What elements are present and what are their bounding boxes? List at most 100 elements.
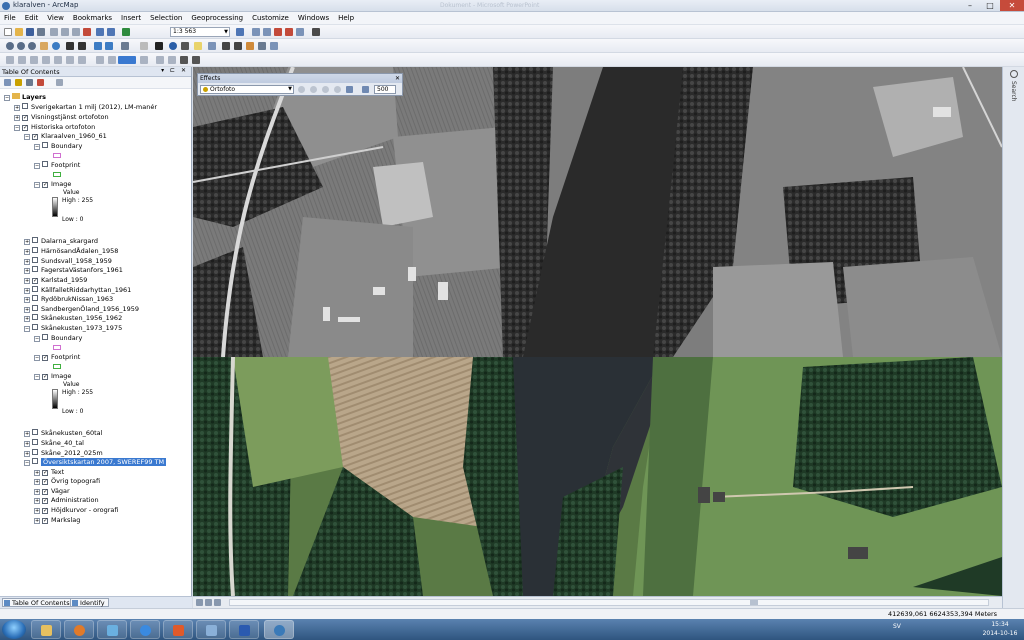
layer-checkbox[interactable] xyxy=(32,257,38,263)
expand-icon[interactable]: + xyxy=(14,105,20,111)
fixed-zoom-in-icon[interactable] xyxy=(66,42,74,50)
tree-item[interactable]: −Image xyxy=(34,179,71,189)
cut-icon[interactable] xyxy=(50,28,58,36)
pan-icon[interactable] xyxy=(40,42,48,50)
tree-item[interactable]: +Administration xyxy=(34,495,99,505)
menu-windows[interactable]: Windows xyxy=(298,14,329,22)
identify-icon[interactable] xyxy=(169,42,177,50)
layer-checkbox[interactable] xyxy=(42,334,48,340)
flicker-rate-icon[interactable] xyxy=(362,86,369,93)
editor-icon[interactable] xyxy=(236,28,244,36)
menu-bookmarks[interactable]: Bookmarks xyxy=(73,14,112,22)
effects-layer-select[interactable]: Ortofoto ▼ xyxy=(200,85,294,94)
tree-item[interactable]: + HärnösandÅdalen_1958 xyxy=(24,246,118,256)
menu-help[interactable]: Help xyxy=(338,14,354,22)
expand-icon[interactable]: + xyxy=(34,479,40,485)
forward-icon[interactable] xyxy=(105,42,113,50)
new-icon[interactable] xyxy=(4,28,12,36)
scale-input[interactable]: 1:3 563 ▼ xyxy=(170,27,230,37)
flicker-icon[interactable] xyxy=(346,86,353,93)
tree-item[interactable]: −Klaraalven_1960_61 xyxy=(24,131,107,141)
list-by-selection-icon[interactable] xyxy=(37,79,44,86)
expand-icon[interactable]: + xyxy=(34,508,40,514)
list-by-visibility-icon[interactable] xyxy=(26,79,33,86)
zoom-out-icon[interactable] xyxy=(17,42,25,50)
layer-checkbox[interactable] xyxy=(42,182,48,188)
menu-file[interactable]: File xyxy=(4,14,16,22)
tree-item-selected[interactable]: − Översiktskartan 2007, SWEREF99 TM xyxy=(24,457,167,467)
model-builder-icon[interactable] xyxy=(296,28,304,36)
menu-selection[interactable]: Selection xyxy=(150,14,182,22)
tab-table-of-contents[interactable]: Table Of Contents xyxy=(2,598,74,607)
tree-item[interactable]: + RydöbrukNissan_1963 xyxy=(24,294,113,304)
html-popup-icon[interactable] xyxy=(194,42,202,50)
print-icon[interactable] xyxy=(37,28,45,36)
collapse-icon[interactable]: − xyxy=(34,355,40,361)
clear-selection-icon[interactable] xyxy=(140,42,148,50)
collapse-icon[interactable]: − xyxy=(34,163,40,169)
expand-icon[interactable]: + xyxy=(14,115,20,121)
scrollbar-thumb[interactable] xyxy=(750,600,758,605)
tree-item[interactable]: + Skåne_40_tal xyxy=(24,438,84,448)
layer-checkbox[interactable] xyxy=(32,237,38,243)
transparency-icon[interactable] xyxy=(322,86,329,93)
tree-item[interactable]: − Boundary xyxy=(34,141,82,151)
expand-icon[interactable]: + xyxy=(24,297,30,303)
data-view-icon[interactable] xyxy=(196,599,203,606)
menu-customize[interactable]: Customize xyxy=(252,14,289,22)
copy-icon[interactable] xyxy=(61,28,69,36)
python-icon[interactable] xyxy=(285,28,293,36)
expand-icon[interactable]: + xyxy=(34,498,40,504)
search-icon[interactable] xyxy=(1010,70,1018,78)
layer-checkbox[interactable] xyxy=(42,508,48,514)
back-icon[interactable] xyxy=(94,42,102,50)
layer-checkbox[interactable] xyxy=(42,374,48,380)
taskbar-arcmap[interactable] xyxy=(264,620,294,639)
layer-checkbox[interactable] xyxy=(32,314,38,320)
expand-icon[interactable]: + xyxy=(24,268,30,274)
toolbox-icon[interactable] xyxy=(274,28,282,36)
brightness-icon[interactable] xyxy=(310,86,317,93)
time-slider-icon[interactable] xyxy=(258,42,266,50)
topology-icon[interactable] xyxy=(168,56,176,64)
layer-checkbox[interactable] xyxy=(42,142,48,148)
close-button[interactable]: ✕ xyxy=(1000,0,1024,11)
collapse-icon[interactable]: − xyxy=(4,95,10,101)
taskbar-media-player[interactable] xyxy=(64,620,94,639)
options-icon[interactable] xyxy=(56,79,63,86)
taskbar-internet-explorer[interactable] xyxy=(130,620,160,639)
effects-toolbar[interactable]: Effects ✕ Ortofoto ▼ 500 xyxy=(197,73,403,96)
expand-icon[interactable]: + xyxy=(24,441,30,447)
layer-checkbox[interactable] xyxy=(32,295,38,301)
layout-icon[interactable] xyxy=(18,56,26,64)
layer-properties-icon[interactable] xyxy=(180,56,188,64)
tree-item[interactable]: + Dalarna_skargard xyxy=(24,236,98,246)
list-by-drawing-order-icon[interactable] xyxy=(4,79,11,86)
tree-item[interactable]: +Visningstjänst ortofoton xyxy=(14,112,109,122)
tree-root-layers[interactable]: − Layers xyxy=(4,92,46,102)
layer-checkbox[interactable] xyxy=(32,247,38,253)
fill-color-icon[interactable] xyxy=(118,56,136,64)
list-by-source-icon[interactable] xyxy=(15,79,22,86)
rotate-icon[interactable] xyxy=(54,56,62,64)
taskbar-word[interactable] xyxy=(229,620,259,639)
layout-view-icon[interactable] xyxy=(205,599,212,606)
tree-item[interactable]: −Footprint xyxy=(34,352,80,362)
select-elements-icon[interactable] xyxy=(155,42,163,50)
layer-checkbox[interactable] xyxy=(42,161,48,167)
select-features-icon[interactable] xyxy=(121,42,129,50)
tree-item[interactable]: + Skånekusten_60tal xyxy=(24,428,102,438)
tab-identify[interactable]: Identify xyxy=(70,598,109,607)
expand-icon[interactable]: + xyxy=(24,316,30,322)
find-route-icon[interactable] xyxy=(234,42,242,50)
maximize-button[interactable]: □ xyxy=(980,0,1000,11)
cogo-icon[interactable] xyxy=(156,56,164,64)
georef-icon[interactable] xyxy=(6,56,14,64)
layer-checkbox[interactable] xyxy=(32,305,38,311)
refresh-icon[interactable] xyxy=(214,599,221,606)
layer-checkbox[interactable] xyxy=(32,458,38,464)
zoom-in-icon[interactable] xyxy=(6,42,14,50)
collapse-icon[interactable]: − xyxy=(24,326,30,332)
start-button[interactable] xyxy=(2,620,26,639)
layer-checkbox[interactable] xyxy=(32,134,38,140)
